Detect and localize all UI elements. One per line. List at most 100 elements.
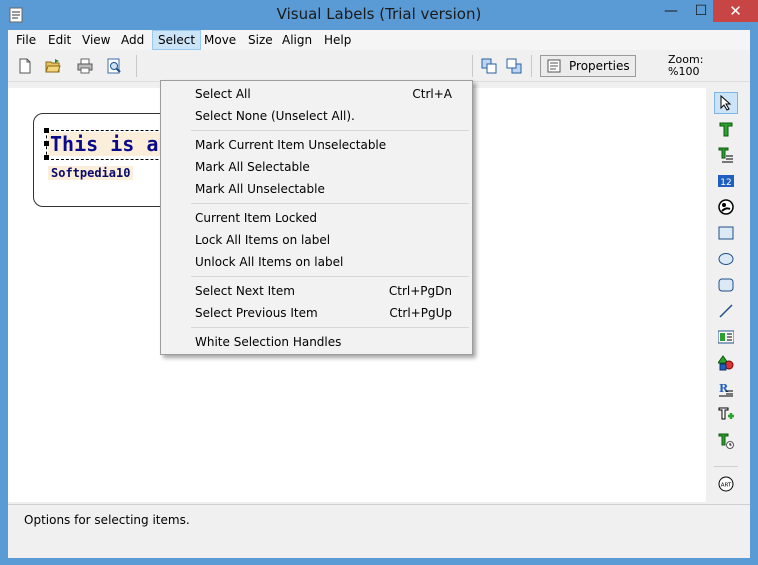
rectangle-icon (718, 226, 734, 240)
bring-front-icon (481, 58, 497, 74)
text-t-icon (719, 122, 733, 137)
rectangle-tool[interactable] (714, 222, 738, 244)
zoom-indicator: Zoom: %100 (668, 54, 708, 78)
rich-text-tool[interactable]: R (714, 378, 738, 400)
menu-select-all[interactable]: Select All Ctrl+A (161, 83, 472, 105)
print-preview-button[interactable] (103, 55, 125, 77)
menu-item-label: White Selection Handles (195, 335, 342, 349)
new-document-icon (19, 58, 31, 74)
art-tool[interactable]: ART (714, 466, 738, 496)
add-text-field-tool[interactable] (714, 404, 738, 426)
close-button[interactable]: ✕ (713, 0, 758, 22)
toolbar-separator (472, 55, 473, 77)
multiline-text-icon (718, 147, 733, 163)
menu-move[interactable]: Move (199, 30, 241, 50)
menu-align[interactable]: Align (277, 30, 317, 50)
svg-text:12: 12 (720, 178, 731, 188)
menu-select-next-item[interactable]: Select Next Item Ctrl+PgDn (161, 280, 472, 302)
menu-shortcut: Ctrl+A (412, 87, 452, 101)
maximize-button[interactable]: ☐ (686, 0, 716, 22)
menu-item-label: Select Next Item (195, 284, 295, 298)
menu-item-label: Mark All Unselectable (195, 182, 325, 196)
text-plus-icon (718, 407, 734, 420)
menu-white-selection-handles[interactable]: White Selection Handles (161, 331, 472, 353)
selection-handle[interactable] (44, 141, 49, 146)
menu-select-previous-item[interactable]: Select Previous Item Ctrl+PgUp (161, 302, 472, 324)
menu-lock-all-items[interactable]: Lock All Items on label (161, 229, 472, 251)
barcode-tool[interactable] (714, 326, 738, 348)
menu-select-none[interactable]: Select None (Unselect All). (161, 105, 472, 127)
rich-text-icon: R (719, 382, 733, 397)
printer-icon (77, 58, 93, 74)
shapes-tool[interactable] (714, 352, 738, 374)
menu-unlock-all-items[interactable]: Unlock All Items on label (161, 251, 472, 273)
new-button[interactable] (14, 55, 36, 77)
menu-select[interactable]: Select (152, 30, 202, 50)
menu-item-label: Select Previous Item (195, 306, 318, 320)
text-timer-tool[interactable] (714, 430, 738, 452)
status-bar: Options for selecting items. (8, 504, 750, 558)
menu-separator (191, 327, 469, 328)
menu-item-label: Lock All Items on label (195, 233, 331, 247)
menu-item-label: Select None (Unselect All). (195, 109, 355, 123)
menu-separator (191, 130, 469, 131)
rounded-rectangle-icon (718, 278, 734, 292)
menu-size[interactable]: Size (243, 30, 278, 50)
open-folder-icon (45, 59, 61, 73)
label-text-item-2[interactable]: Softpedia10 (48, 166, 134, 180)
multiline-text-tool[interactable] (714, 144, 738, 166)
selection-handle[interactable] (44, 155, 49, 160)
line-icon (719, 304, 733, 318)
menu-mark-all-selectable[interactable]: Mark All Selectable (161, 156, 472, 178)
menu-mark-all-unselectable[interactable]: Mark All Unselectable (161, 178, 472, 200)
title-bar[interactable]: Visual Labels (Trial version) — ☐ ✕ (0, 0, 758, 30)
menu-item-label: Current Item Locked (195, 211, 317, 225)
ellipse-tool[interactable] (714, 248, 738, 270)
menu-view[interactable]: View (77, 30, 115, 50)
send-to-back-button[interactable] (503, 55, 525, 77)
rounded-rect-tool[interactable] (714, 274, 738, 296)
menu-add[interactable]: Add (116, 30, 149, 50)
menu-help[interactable]: Help (319, 30, 356, 50)
text-clock-icon (718, 433, 734, 449)
open-button[interactable] (42, 55, 64, 77)
minimize-button[interactable]: — (656, 0, 686, 22)
pointer-tool[interactable] (714, 92, 738, 114)
counter-icon: 12 (718, 175, 734, 188)
properties-button[interactable]: Properties (540, 55, 636, 77)
menu-separator (191, 276, 469, 277)
svg-text:R: R (719, 382, 729, 395)
counter-tool[interactable]: 12 (714, 170, 738, 192)
toolbar-separator (531, 55, 532, 77)
barcode-icon (718, 330, 734, 344)
window-frame: Visual Labels (Trial version) — ☐ ✕ File… (0, 0, 758, 565)
menu-bar: File Edit View Add Select Move Size Alig… (8, 30, 750, 50)
bring-to-front-button[interactable] (478, 55, 500, 77)
toolbar: Properties Zoom: %100 (8, 51, 750, 82)
client-area: File Edit View Add Select Move Size Alig… (8, 30, 750, 558)
print-button[interactable] (74, 55, 96, 77)
menu-file[interactable]: File (11, 30, 41, 50)
selection-handle[interactable] (44, 128, 49, 133)
print-preview-icon (107, 58, 121, 74)
zoom-value: %100 (668, 65, 700, 78)
menu-item-label: Mark All Selectable (195, 160, 310, 174)
pointer-icon (720, 95, 732, 111)
menu-shortcut: Ctrl+PgUp (389, 306, 452, 320)
picture-tool[interactable] (714, 196, 738, 218)
picture-icon (718, 199, 734, 215)
tool-palette: 12 R ART (710, 88, 746, 502)
menu-current-item-locked[interactable]: Current Item Locked (161, 207, 472, 229)
line-tool[interactable] (714, 300, 738, 322)
menu-item-label: Mark Current Item Unselectable (195, 138, 387, 152)
window-title: Visual Labels (Trial version) (276, 5, 482, 23)
properties-icon (547, 59, 561, 73)
shapes-icon (718, 355, 734, 371)
svg-text:ART: ART (721, 482, 732, 488)
ellipse-icon (718, 253, 734, 265)
text-tool[interactable] (714, 118, 738, 140)
art-icon: ART (718, 476, 734, 491)
menu-edit[interactable]: Edit (43, 30, 76, 50)
toolbar-separator (136, 55, 137, 77)
menu-mark-current-unselectable[interactable]: Mark Current Item Unselectable (161, 134, 472, 156)
